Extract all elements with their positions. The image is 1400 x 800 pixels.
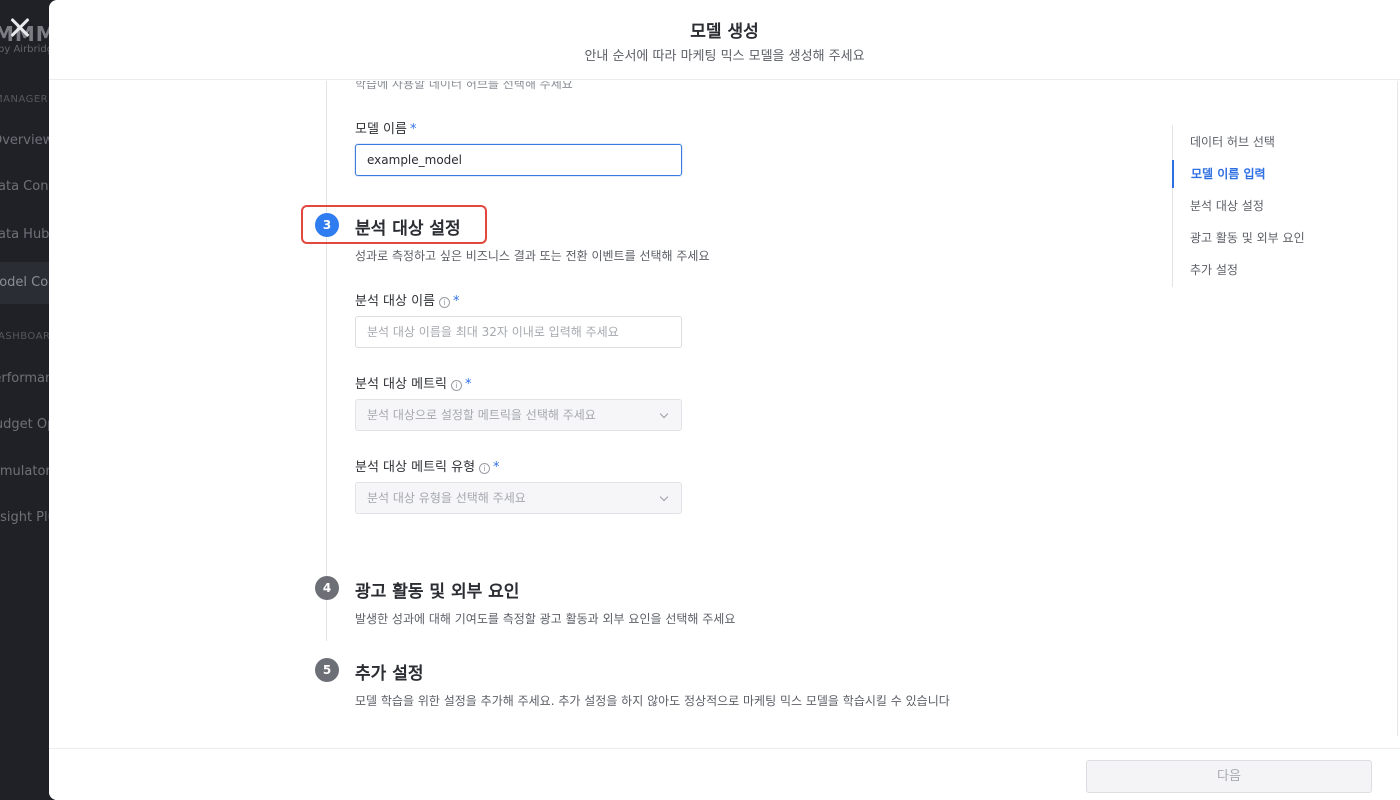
modal-content[interactable]: 학습에 사용할 데이터 허브를 선택해 주세요 모델 이름* 3 분석 대상 설… [49, 81, 1400, 736]
sidebar-section-manager: MANAGER [0, 94, 49, 105]
nav-item-data-hub[interactable]: 데이터 허브 선택 [1173, 128, 1343, 156]
modal-footer: 다음 [49, 748, 1400, 800]
info-icon[interactable]: i [439, 297, 451, 308]
info-icon[interactable]: i [479, 463, 491, 474]
info-icon[interactable]: i [451, 380, 462, 391]
modal-header: 모델 생성 안내 순서에 따라 마케팅 믹스 모델을 생성해 주세요 [49, 0, 1400, 80]
sidebar-item-simulator: Simulator [0, 464, 49, 479]
step3-number: 3 [315, 213, 339, 237]
step2-desc-cut: 학습에 사용할 데이터 허브를 선택해 주세요 [355, 81, 573, 91]
target-metric-type-label-text: 분석 대상 메트릭 유형 [355, 460, 476, 475]
chevron-down-icon [659, 409, 669, 419]
step4-desc: 발생한 성과에 대해 기여도를 측정할 광고 활동과 외부 요인을 선택해 주세… [355, 612, 736, 626]
step5-title: 추가 설정 [355, 664, 424, 684]
model-name-label-text: 모델 이름 [355, 122, 407, 137]
scrollbar-track[interactable] [1397, 81, 1398, 736]
required-mark: * [465, 377, 472, 392]
sidebar-item-insight-plus: Insight Plus [0, 510, 49, 525]
target-metric-type-select[interactable]: 분석 대상 유형을 선택해 주세요 [355, 482, 682, 514]
sidebar-item-overview: Overview [0, 133, 49, 148]
background-sidebar: MMM by Airbridge MANAGER Overview Data C… [0, 0, 49, 800]
target-metric-label: 분석 대상 메트릭 i * [355, 373, 472, 392]
required-mark: * [453, 294, 460, 309]
sidebar-item-performance: Performance [0, 371, 49, 386]
app-logo-sub: by Airbridge [0, 44, 49, 55]
create-model-modal: 모델 생성 안내 순서에 따라 마케팅 믹스 모델을 생성해 주세요 학습에 사… [49, 0, 1400, 800]
step-navigation: 데이터 허브 선택 모델 이름 입력 분석 대상 설정 광고 활동 및 외부 요… [1172, 125, 1342, 287]
step3-desc: 성과로 측정하고 싶은 비즈니스 결과 또는 전환 이벤트를 선택해 주세요 [355, 249, 710, 263]
step-timeline [326, 81, 327, 641]
sidebar-section-dashboard: DASHBOARD [0, 331, 49, 342]
target-metric-type-label: 분석 대상 메트릭 유형 i * [355, 456, 500, 475]
target-name-label: 분석 대상 이름 i * [355, 290, 460, 309]
step3-title: 분석 대상 설정 [355, 219, 461, 239]
target-name-label-text: 분석 대상 이름 [355, 294, 436, 309]
required-mark: * [409, 122, 417, 137]
target-metric-placeholder: 분석 대상으로 설정할 메트릭을 선택해 주세요 [367, 408, 596, 422]
nav-item-ad-activity[interactable]: 광고 활동 및 외부 요인 [1173, 224, 1343, 252]
sidebar-item-budget-opt: Budget Opt [0, 417, 49, 432]
step5-desc: 모델 학습을 위한 설정을 추가해 주세요. 추가 설정을 하지 않아도 정상적… [355, 694, 950, 708]
target-metric-label-text: 분석 대상 메트릭 [355, 377, 447, 392]
model-name-label: 모델 이름 * [355, 118, 416, 137]
target-name-input[interactable] [355, 316, 682, 348]
sidebar-item-data-connect: Data Connect [0, 179, 49, 194]
nav-item-extra-settings[interactable]: 추가 설정 [1173, 256, 1343, 284]
modal-title: 모델 생성 [690, 22, 759, 42]
target-metric-select[interactable]: 분석 대상으로 설정할 메트릭을 선택해 주세요 [355, 399, 682, 431]
next-button[interactable]: 다음 [1086, 760, 1372, 793]
target-metric-type-placeholder: 분석 대상 유형을 선택해 주세요 [367, 491, 526, 505]
step4-number: 4 [315, 576, 339, 600]
sidebar-item-model-config: Model Config [0, 275, 49, 290]
step5-number: 5 [315, 658, 339, 682]
close-icon[interactable] [6, 14, 34, 42]
model-name-input[interactable] [355, 144, 682, 176]
modal-subtitle: 안내 순서에 따라 마케팅 믹스 모델을 생성해 주세요 [584, 49, 865, 64]
chevron-down-icon [659, 492, 669, 502]
nav-item-target[interactable]: 분석 대상 설정 [1173, 192, 1343, 220]
required-mark: * [493, 460, 500, 475]
step4-title: 광고 활동 및 외부 요인 [355, 582, 520, 602]
nav-item-model-name[interactable]: 모델 이름 입력 [1172, 160, 1342, 188]
sidebar-item-data-hub: Data Hub [0, 227, 49, 242]
